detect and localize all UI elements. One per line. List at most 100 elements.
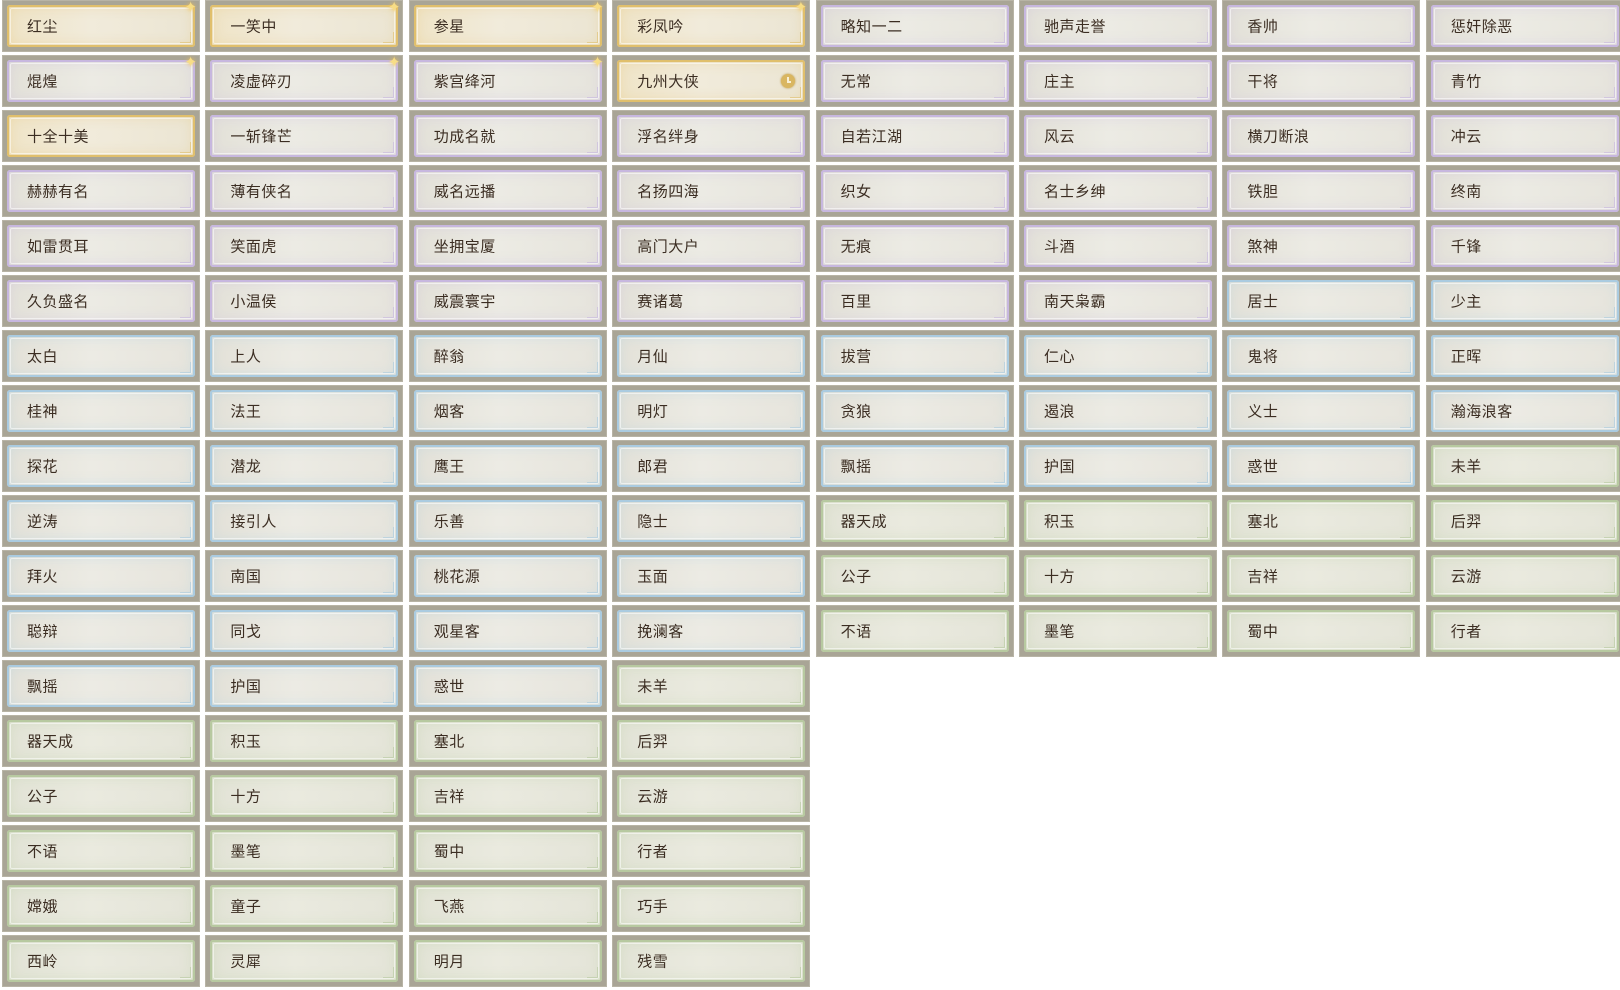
title-tile[interactable]: 公子	[815, 550, 1014, 602]
title-tile[interactable]: 挽澜客	[612, 605, 811, 657]
title-tile[interactable]: 未羊	[1425, 440, 1620, 492]
title-tile[interactable]: 拜火	[2, 550, 200, 602]
title-tile[interactable]: 浮名绊身	[612, 110, 811, 162]
title-tile[interactable]: 惩奸除恶	[1425, 0, 1620, 52]
title-tile[interactable]: 云游	[1425, 550, 1620, 602]
title-tile[interactable]: 吉祥	[1222, 550, 1421, 602]
title-tile[interactable]: 塞北	[408, 715, 607, 767]
title-tile[interactable]: 乐善	[408, 495, 607, 547]
title-tile[interactable]: 器天成	[2, 715, 200, 767]
title-tile[interactable]: 飘摇	[815, 440, 1014, 492]
title-tile[interactable]: 西岭	[2, 935, 200, 987]
title-tile[interactable]: 薄有侠名	[205, 165, 404, 217]
title-tile[interactable]: 桂神	[2, 385, 200, 437]
title-tile[interactable]: 鹰王	[408, 440, 607, 492]
title-tile[interactable]: 遏浪	[1019, 385, 1217, 437]
title-tile[interactable]: 瀚海浪客	[1425, 385, 1620, 437]
title-tile[interactable]: 铁胆	[1222, 165, 1421, 217]
title-tile[interactable]: 坐拥宝厦	[408, 220, 607, 272]
title-tile[interactable]: 明灯	[612, 385, 811, 437]
title-tile[interactable]: 童子	[205, 880, 404, 932]
title-tile[interactable]: 蜀中	[1222, 605, 1421, 657]
title-tile[interactable]: 自若江湖	[815, 110, 1014, 162]
title-tile[interactable]: 未羊	[612, 660, 811, 712]
title-tile[interactable]: 凌虚碎刃 ✦	[205, 55, 404, 107]
title-tile[interactable]: 观星客	[408, 605, 607, 657]
title-tile[interactable]: 太白	[2, 330, 200, 382]
title-tile[interactable]: 如雷贯耳	[2, 220, 200, 272]
title-tile[interactable]: 驰声走誉	[1019, 0, 1217, 52]
title-tile[interactable]: 桃花源	[408, 550, 607, 602]
title-tile[interactable]: 行者	[1425, 605, 1620, 657]
title-tile[interactable]: 接引人	[205, 495, 404, 547]
title-tile[interactable]: 彩凤吟 ✦	[612, 0, 811, 52]
title-tile[interactable]: 高门大户	[612, 220, 811, 272]
title-tile[interactable]: 赛诸葛	[612, 275, 811, 327]
title-tile[interactable]: 不语	[815, 605, 1014, 657]
title-tile[interactable]: 蜀中	[408, 825, 607, 877]
title-tile[interactable]: 巧手	[612, 880, 811, 932]
title-tile[interactable]: 隐士	[612, 495, 811, 547]
title-tile[interactable]: 法王	[205, 385, 404, 437]
title-tile[interactable]: 公子	[2, 770, 200, 822]
title-tile[interactable]: 拔营	[815, 330, 1014, 382]
title-tile[interactable]: 名士乡绅	[1019, 165, 1217, 217]
title-tile[interactable]: 潜龙	[205, 440, 404, 492]
title-tile[interactable]: 残雪	[612, 935, 811, 987]
title-tile[interactable]: 醉翁	[408, 330, 607, 382]
title-tile[interactable]: 织女	[815, 165, 1014, 217]
title-tile[interactable]: 一笑中 ✦	[205, 0, 404, 52]
title-tile[interactable]: 郎君	[612, 440, 811, 492]
title-tile[interactable]: 月仙	[612, 330, 811, 382]
title-tile[interactable]: 赫赫有名	[2, 165, 200, 217]
title-tile[interactable]: 冲云	[1425, 110, 1620, 162]
title-tile[interactable]: 十方	[1019, 550, 1217, 602]
title-tile[interactable]: 一斩锋芒	[205, 110, 404, 162]
title-tile[interactable]: 吉祥	[408, 770, 607, 822]
title-tile[interactable]: 飘摇	[2, 660, 200, 712]
title-tile[interactable]: 百里	[815, 275, 1014, 327]
title-tile[interactable]: 南天枭霸	[1019, 275, 1217, 327]
title-tile[interactable]: 惑世	[1222, 440, 1421, 492]
title-tile[interactable]: 少主	[1425, 275, 1620, 327]
title-tile[interactable]: 参星 ✦	[408, 0, 607, 52]
title-tile[interactable]: 同戈	[205, 605, 404, 657]
title-tile[interactable]: 庄主	[1019, 55, 1217, 107]
title-tile[interactable]: 云游	[612, 770, 811, 822]
title-tile[interactable]: 斗酒	[1019, 220, 1217, 272]
title-tile[interactable]: 烟客	[408, 385, 607, 437]
title-tile[interactable]: 义士	[1222, 385, 1421, 437]
title-tile[interactable]: 嫦娥	[2, 880, 200, 932]
title-tile[interactable]: 仁心	[1019, 330, 1217, 382]
title-tile[interactable]: 上人	[205, 330, 404, 382]
title-tile[interactable]: 香帅	[1222, 0, 1421, 52]
title-tile[interactable]: 名扬四海	[612, 165, 811, 217]
title-tile[interactable]: 探花	[2, 440, 200, 492]
title-tile[interactable]: 正晖	[1425, 330, 1620, 382]
title-tile[interactable]: 后羿	[612, 715, 811, 767]
title-tile[interactable]: 明月	[408, 935, 607, 987]
title-tile[interactable]: 小温侯	[205, 275, 404, 327]
title-tile[interactable]: 后羿	[1425, 495, 1620, 547]
title-tile[interactable]: 略知一二	[815, 0, 1014, 52]
title-tile[interactable]: 灵犀	[205, 935, 404, 987]
title-tile[interactable]: 十全十美	[2, 110, 200, 162]
title-tile[interactable]: 积玉	[1019, 495, 1217, 547]
title-tile[interactable]: 十方	[205, 770, 404, 822]
title-tile[interactable]: 功成名就	[408, 110, 607, 162]
title-tile[interactable]: 青竹	[1425, 55, 1620, 107]
title-tile[interactable]: 红尘 ✦	[2, 0, 200, 52]
title-tile[interactable]: 居士	[1222, 275, 1421, 327]
title-tile[interactable]: 终南	[1425, 165, 1620, 217]
title-tile[interactable]: 行者	[612, 825, 811, 877]
title-tile[interactable]: 煞神	[1222, 220, 1421, 272]
title-tile[interactable]: 贪狼	[815, 385, 1014, 437]
title-tile[interactable]: 千锋	[1425, 220, 1620, 272]
title-tile[interactable]: 飞燕	[408, 880, 607, 932]
title-tile[interactable]: 聪辩	[2, 605, 200, 657]
title-tile[interactable]: 器天成	[815, 495, 1014, 547]
title-tile[interactable]: 塞北	[1222, 495, 1421, 547]
title-tile[interactable]: 护国	[1019, 440, 1217, 492]
title-tile[interactable]: 护国	[205, 660, 404, 712]
title-tile[interactable]: 紫宫绛河 ✦	[408, 55, 607, 107]
